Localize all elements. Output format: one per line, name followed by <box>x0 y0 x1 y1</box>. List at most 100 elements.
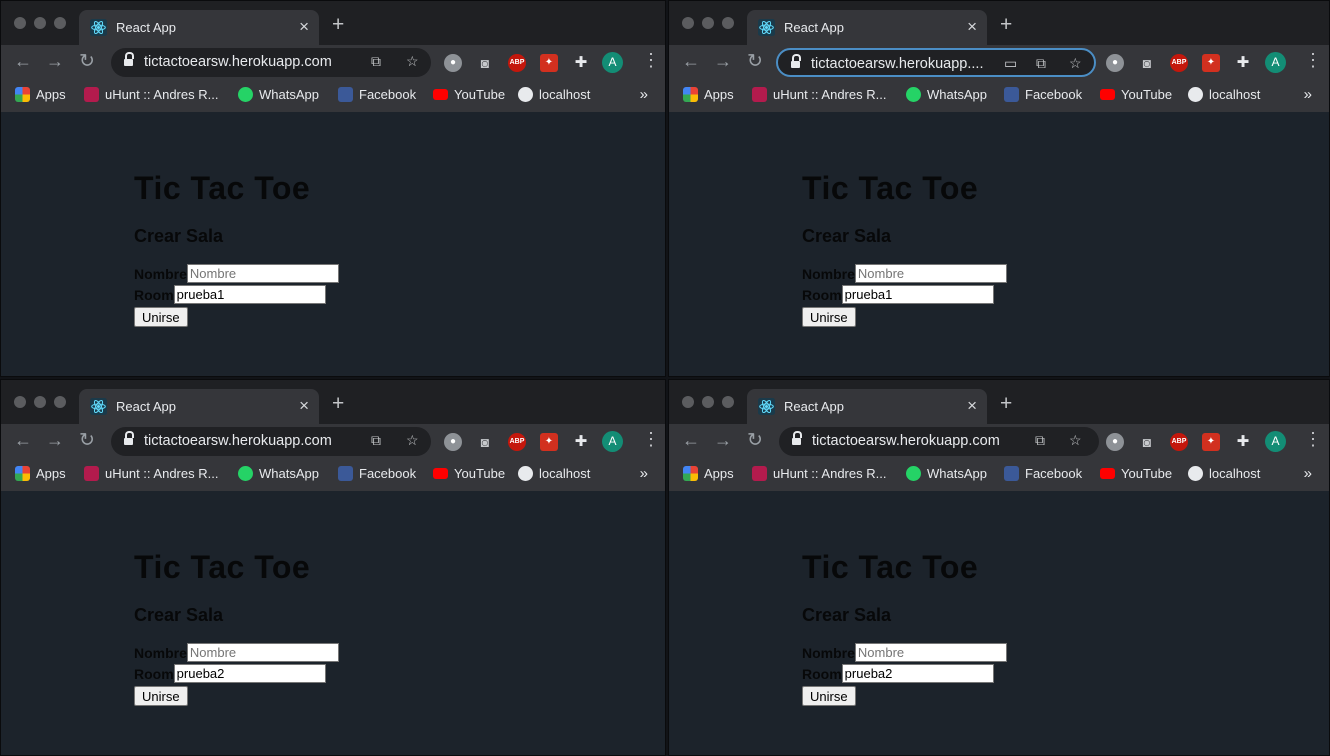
back-icon[interactable]: ← <box>682 52 700 70</box>
extension-icon[interactable]: ✦ <box>540 433 558 451</box>
bookmark-apps[interactable]: Apps <box>15 87 66 102</box>
bookmark-youtube[interactable]: YouTube <box>1100 87 1172 102</box>
browser-tab[interactable]: React App × <box>79 10 319 45</box>
zoom-window-icon[interactable] <box>722 396 734 408</box>
close-window-icon[interactable] <box>682 17 694 29</box>
bookmark-whatsapp[interactable]: WhatsApp <box>906 87 987 102</box>
camera-icon[interactable]: ◙ <box>1138 433 1156 451</box>
discord-icon[interactable]: ● <box>444 54 462 72</box>
more-bookmarks-icon[interactable]: » <box>640 465 648 482</box>
new-tab-icon[interactable]: + <box>1000 14 1012 35</box>
profile-avatar[interactable]: A <box>1265 52 1286 73</box>
browser-tab[interactable]: React App × <box>79 389 319 424</box>
adblock-icon[interactable]: ABP <box>1170 433 1188 451</box>
adblock-icon[interactable]: ABP <box>508 433 526 451</box>
extension-icon[interactable]: ✦ <box>540 54 558 72</box>
bookmark-uhunt[interactable]: uHunt :: Andres R... <box>84 87 218 102</box>
forward-icon[interactable]: → <box>714 52 732 70</box>
tab-close-icon[interactable]: × <box>299 17 309 37</box>
reload-icon[interactable]: ↻ <box>747 431 763 450</box>
more-bookmarks-icon[interactable]: » <box>640 86 648 103</box>
name-input[interactable] <box>186 264 339 283</box>
menu-icon[interactable]: ⋮ <box>642 429 660 450</box>
menu-icon[interactable]: ⋮ <box>642 50 660 71</box>
new-tab-icon[interactable]: + <box>332 14 344 35</box>
bookmark-uhunt[interactable]: uHunt :: Andres R... <box>752 466 886 481</box>
bookmark-facebook[interactable]: Facebook <box>1004 466 1082 481</box>
bookmark-star-icon[interactable]: ☆ <box>406 53 419 70</box>
discord-icon[interactable]: ● <box>1106 433 1124 451</box>
cast-icon[interactable]: ▭ <box>1004 55 1017 72</box>
tab-close-icon[interactable]: × <box>299 396 309 416</box>
adblock-icon[interactable]: ABP <box>508 54 526 72</box>
bookmark-localhost[interactable]: localhost <box>518 87 590 102</box>
tab-close-icon[interactable]: × <box>967 396 977 416</box>
translate-icon[interactable]: ⧉ <box>1035 432 1045 449</box>
minimize-window-icon[interactable] <box>34 17 46 29</box>
menu-icon[interactable]: ⋮ <box>1304 50 1322 71</box>
bookmark-youtube[interactable]: YouTube <box>433 87 505 102</box>
room-input[interactable] <box>841 285 994 304</box>
bookmark-youtube[interactable]: YouTube <box>433 466 505 481</box>
profile-avatar[interactable]: A <box>602 431 623 452</box>
discord-icon[interactable]: ● <box>444 433 462 451</box>
address-bar[interactable]: tictactoearsw.herokuapp.com ⧉ ☆ <box>779 427 1099 456</box>
back-icon[interactable]: ← <box>682 431 700 449</box>
menu-icon[interactable]: ⋮ <box>1304 429 1322 450</box>
name-input[interactable] <box>854 264 1007 283</box>
room-input[interactable] <box>173 664 326 683</box>
camera-icon[interactable]: ◙ <box>1138 54 1156 72</box>
tab-close-icon[interactable]: × <box>967 17 977 37</box>
room-input[interactable] <box>841 664 994 683</box>
back-icon[interactable]: ← <box>14 52 32 70</box>
puzzle-icon[interactable]: ✚ <box>572 54 590 72</box>
bookmark-uhunt[interactable]: uHunt :: Andres R... <box>752 87 886 102</box>
extension-icon[interactable]: ✦ <box>1202 433 1220 451</box>
new-tab-icon[interactable]: + <box>1000 393 1012 414</box>
address-bar[interactable]: tictactoearsw.herokuapp.com ⧉ ☆ <box>111 48 431 77</box>
join-button[interactable]: Unirse <box>802 686 856 706</box>
bookmark-apps[interactable]: Apps <box>683 87 734 102</box>
close-window-icon[interactable] <box>14 17 26 29</box>
forward-icon[interactable]: → <box>46 431 64 449</box>
minimize-window-icon[interactable] <box>702 17 714 29</box>
bookmark-localhost[interactable]: localhost <box>1188 87 1260 102</box>
minimize-window-icon[interactable] <box>34 396 46 408</box>
join-button[interactable]: Unirse <box>802 307 856 327</box>
name-input[interactable] <box>854 643 1007 662</box>
minimize-window-icon[interactable] <box>702 396 714 408</box>
bookmark-star-icon[interactable]: ☆ <box>406 432 419 449</box>
zoom-window-icon[interactable] <box>54 17 66 29</box>
camera-icon[interactable]: ◙ <box>476 433 494 451</box>
zoom-window-icon[interactable] <box>54 396 66 408</box>
browser-tab[interactable]: React App × <box>747 389 987 424</box>
reload-icon[interactable]: ↻ <box>747 52 763 71</box>
close-window-icon[interactable] <box>682 396 694 408</box>
reload-icon[interactable]: ↻ <box>79 52 95 71</box>
bookmark-localhost[interactable]: localhost <box>518 466 590 481</box>
more-bookmarks-icon[interactable]: » <box>1304 86 1312 103</box>
close-window-icon[interactable] <box>14 396 26 408</box>
bookmark-whatsapp[interactable]: WhatsApp <box>238 466 319 481</box>
extension-icon[interactable]: ✦ <box>1202 54 1220 72</box>
reload-icon[interactable]: ↻ <box>79 431 95 450</box>
translate-icon[interactable]: ⧉ <box>371 432 381 449</box>
bookmark-facebook[interactable]: Facebook <box>338 466 416 481</box>
bookmark-youtube[interactable]: YouTube <box>1100 466 1172 481</box>
address-bar[interactable]: tictactoearsw.herokuapp.... ▭ ⧉ ☆ <box>776 48 1096 77</box>
puzzle-icon[interactable]: ✚ <box>1234 54 1252 72</box>
forward-icon[interactable]: → <box>46 52 64 70</box>
bookmark-star-icon[interactable]: ☆ <box>1069 432 1082 449</box>
profile-avatar[interactable]: A <box>602 52 623 73</box>
bookmark-apps[interactable]: Apps <box>15 466 66 481</box>
more-bookmarks-icon[interactable]: » <box>1304 465 1312 482</box>
room-input[interactable] <box>173 285 326 304</box>
bookmark-whatsapp[interactable]: WhatsApp <box>906 466 987 481</box>
adblock-icon[interactable]: ABP <box>1170 54 1188 72</box>
join-button[interactable]: Unirse <box>134 307 188 327</box>
bookmark-apps[interactable]: Apps <box>683 466 734 481</box>
camera-icon[interactable]: ◙ <box>476 54 494 72</box>
bookmark-localhost[interactable]: localhost <box>1188 466 1260 481</box>
name-input[interactable] <box>186 643 339 662</box>
translate-icon[interactable]: ⧉ <box>371 53 381 70</box>
